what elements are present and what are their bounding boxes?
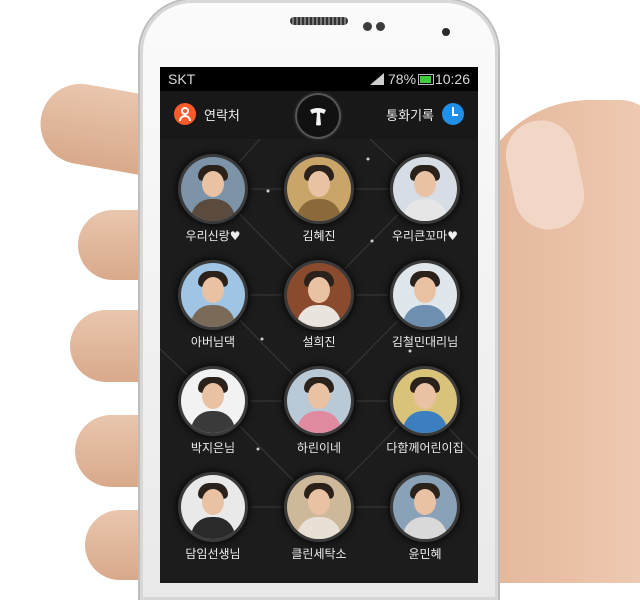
battery-icon [418,74,434,85]
contact-name: 우리큰꼬마♥ [392,229,458,243]
contact-item[interactable]: 담임선생님 [160,475,266,562]
contact-name: 다함께어린이집 [386,441,464,455]
call-log-label: 통화기록 [386,108,434,124]
contact-item[interactable]: 김철민대리님 [372,263,478,350]
contact-name: 아버님댁 [190,335,236,349]
sensor-dot [363,22,372,31]
contact-name: 윤민혜 [408,547,442,561]
contact-avatar [393,157,457,221]
contact-avatar [393,475,457,539]
clock: 10:26 [434,71,470,87]
contact-name: 김철민대리님 [391,335,459,349]
contact-avatar [181,157,245,221]
contact-item[interactable]: 우리신랑♥ [160,157,266,244]
contact-name: 담임선생님 [185,547,241,561]
contact-item[interactable]: 클린세탁소 [266,475,372,562]
contact-avatar [287,475,351,539]
earpiece-speaker [290,17,348,25]
contacts-button[interactable]: 연락처 [174,103,240,125]
contact-item[interactable]: 윤민혜 [372,475,478,562]
call-log-button[interactable]: 통화기록 [386,103,464,125]
contact-avatar [393,263,457,327]
contact-avatar [393,369,457,433]
status-bar: SKT 78% 10:26 [160,67,478,91]
contact-avatar [287,157,351,221]
contact-avatar [287,369,351,433]
top-bar: 연락처 통화기록 [160,91,478,139]
contacts-label: 연락처 [204,108,240,124]
contact-item[interactable]: 다함께어린이집 [372,369,478,456]
contact-name: 박지은님 [190,441,236,455]
contact-avatar [287,263,351,327]
contact-name: 김혜진 [302,229,336,243]
contact-name: 클린세탁소 [291,547,347,561]
contact-avatar [181,369,245,433]
signal-icon [370,73,384,85]
sensor-dot [376,22,385,31]
contact-avatar [181,263,245,327]
contact-item[interactable]: 김혜진 [266,157,372,244]
contacts-icon [174,103,196,125]
contact-name: 우리신랑♥ [185,229,241,243]
contact-name: 하린이네 [296,441,342,455]
phone-screen: SKT 78% 10:26 연락처 통화기록 우리신랑♥ 김혜진 우리큰꼬마♥ … [160,67,478,583]
contact-name: 설희진 [302,335,336,349]
t-logo-button[interactable] [297,95,339,137]
carrier-label: SKT [168,71,196,87]
battery-percent: 78% [388,71,417,87]
contact-avatar [181,475,245,539]
t-logo-icon [310,108,326,126]
contact-item[interactable]: 우리큰꼬마♥ [372,157,478,244]
contact-item[interactable]: 하린이네 [266,369,372,456]
contact-item[interactable]: 설희진 [266,263,372,350]
contact-grid: 우리신랑♥ 김혜진 우리큰꼬마♥ 아버님댁 설희진 김철민대리님박지은님 하린이네 다함께어린… [160,139,478,583]
front-camera [442,28,450,36]
clock-icon [442,103,464,125]
contact-item[interactable]: 아버님댁 [160,263,266,350]
contact-item[interactable]: 박지은님 [160,369,266,456]
